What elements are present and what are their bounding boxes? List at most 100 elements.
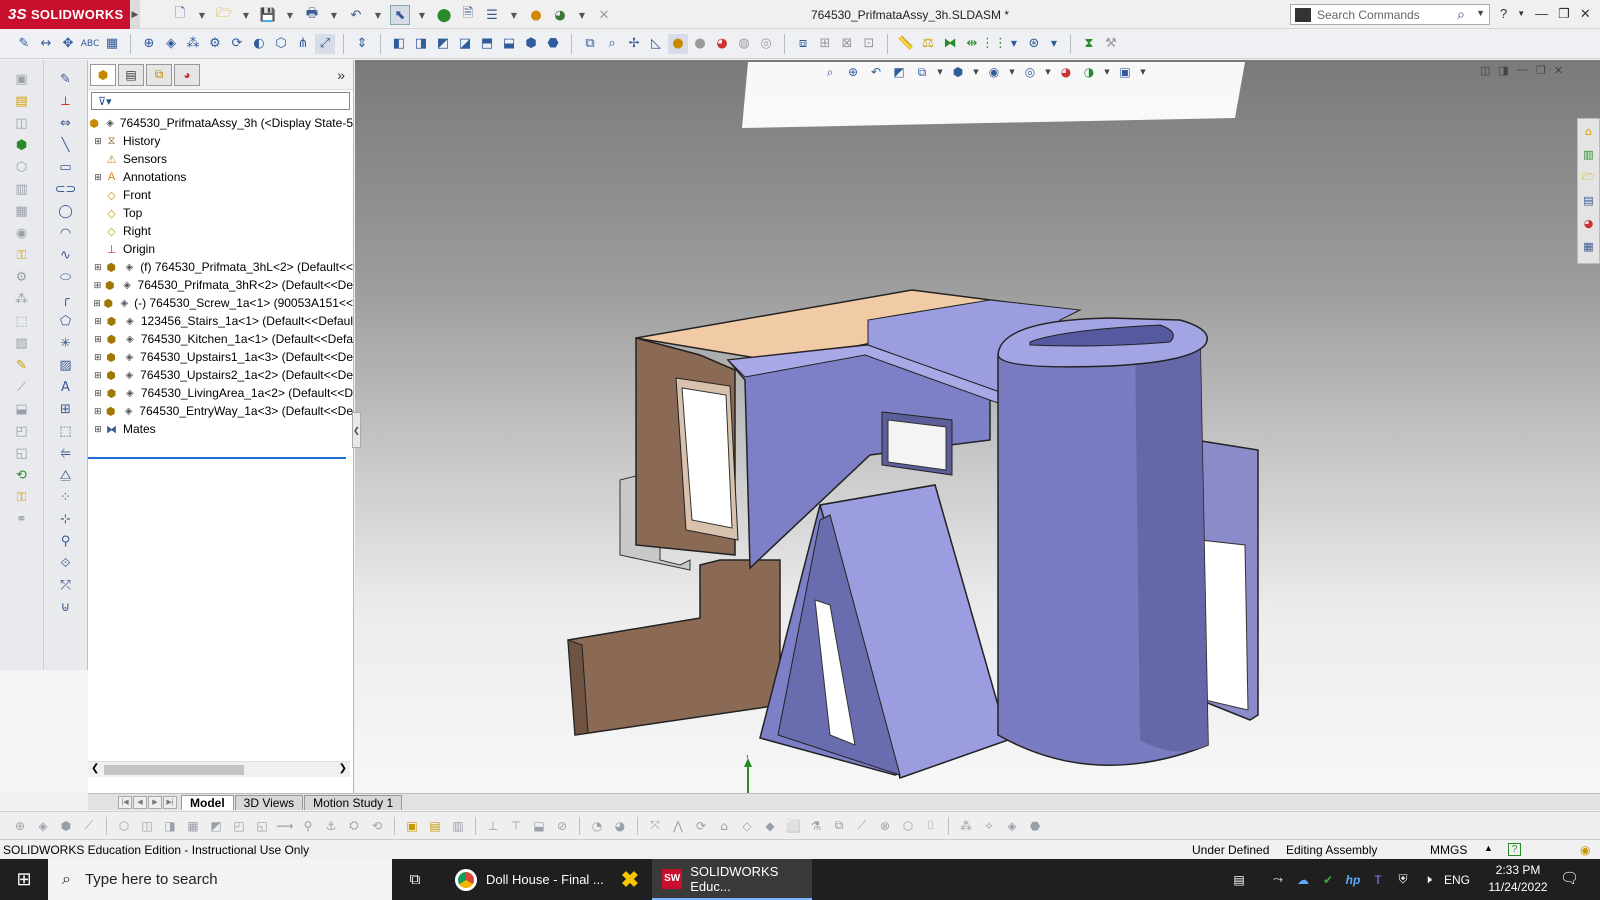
select-dropdown-icon[interactable]: ▼ — [414, 5, 430, 25]
file-properties-icon[interactable]: 🗎 — [458, 5, 478, 25]
expand-icon[interactable]: ⊞ — [92, 334, 104, 345]
tool-icon[interactable]: ▦ — [12, 202, 32, 221]
design-library-icon[interactable]: ⧗ — [1079, 34, 1099, 54]
tool-icon[interactable]: ◔ — [587, 816, 607, 836]
dimension-icon[interactable]: ⇔ — [56, 114, 76, 133]
tree-item-component[interactable]: ⊞ ⬢ ◈ 764530_Upstairs2_1a<2> (Default<<De — [88, 366, 353, 384]
tool-icon[interactable]: ◱ — [12, 444, 32, 463]
tree-item-component[interactable]: ⊞ ⬢ ◈ 764530_EntryWay_1a<3> (Default<<De — [88, 402, 353, 420]
print-icon[interactable]: 🖶 — [302, 5, 322, 25]
expand-icon[interactable]: ⊞ — [92, 316, 104, 327]
new-document-icon[interactable]: 🗋 — [170, 5, 190, 25]
property-manager-icon[interactable]: ▤ — [118, 63, 144, 86]
dropdown-icon[interactable]: ▼ — [1007, 63, 1017, 81]
relations-icon[interactable]: ⚲ — [56, 532, 76, 551]
pattern-icon[interactable]: ⁘ — [56, 488, 76, 507]
expand-icon[interactable]: ⊞ — [92, 280, 103, 291]
tool-icon[interactable]: ▥ — [448, 816, 468, 836]
shadows-icon[interactable]: ● — [690, 34, 710, 54]
zoom-to-fit-icon[interactable]: ⌕ — [820, 63, 840, 81]
help-status-icon[interactable]: ? — [1508, 843, 1521, 856]
tool-icon[interactable]: ▤ — [12, 92, 32, 111]
tool-icon[interactable]: ◕ — [610, 816, 630, 836]
close-x-icon[interactable]: ✕ — [594, 5, 614, 25]
solidworks-logo[interactable]: 3S SOLIDWORKS — [0, 0, 130, 29]
tool-icon[interactable]: ⛭ — [344, 816, 364, 836]
file-explorer-icon[interactable]: 🗁 — [1580, 168, 1598, 187]
scroll-thumb[interactable] — [104, 765, 244, 775]
fillet-icon[interactable]: ╭ — [56, 290, 76, 309]
expand-icon[interactable]: ⊞ — [92, 388, 104, 399]
open-folder-icon[interactable]: 🗁 — [214, 5, 234, 25]
expand-icon[interactable]: ⊞ — [92, 298, 102, 309]
viewport-close-icon[interactable]: ✕ — [1554, 64, 1563, 77]
performance-icon[interactable]: ⊛ — [1024, 34, 1044, 54]
hide-show-items-icon[interactable]: ◎ — [1020, 63, 1040, 81]
select-pointer-icon[interactable]: ⬉ — [390, 5, 410, 25]
tree-item-front-plane[interactable]: ◇ Front — [88, 186, 353, 204]
tool-icon[interactable]: ⋀ — [668, 816, 688, 836]
tree-root[interactable]: ⬢ ◈ 764530_PrifmataAssy_3h (<Display State… — [88, 114, 353, 132]
tree-horizontal-scrollbar[interactable]: ❮ ❯ — [88, 761, 350, 777]
tool-icon[interactable]: ⬡ — [898, 816, 918, 836]
point-icon[interactable]: ✳ — [56, 334, 76, 353]
hole-dropdown-icon[interactable]: ▼ — [1006, 34, 1022, 54]
measure-icon[interactable]: 📏 — [896, 34, 916, 54]
tree-filter-input[interactable]: ⊽▾ — [91, 92, 350, 110]
tool-icon[interactable]: ▦ — [183, 816, 203, 836]
tool-icon[interactable]: ◆ — [760, 816, 780, 836]
taskbar-app-x-icon[interactable]: ✖ — [610, 859, 650, 900]
rotate-component-icon[interactable]: ⟳ — [227, 34, 247, 54]
graphics-area[interactable]: Y Z X — [355, 60, 1600, 793]
tool-icon[interactable]: ⬡ — [114, 816, 134, 836]
tool-icon[interactable]: ◇ — [737, 816, 757, 836]
scroll-right-icon[interactable]: ❯ — [339, 763, 347, 774]
tool-icon[interactable]: ◈ — [1002, 816, 1022, 836]
view-settings-icon[interactable]: ▣ — [1115, 63, 1135, 81]
tool-icon[interactable]: ⬜ — [783, 816, 803, 836]
tool-icon[interactable]: ⚙ — [12, 268, 32, 287]
tool-icon[interactable]: ⟳ — [691, 816, 711, 836]
display-manager-icon[interactable]: ◕ — [174, 63, 200, 86]
viewport-tile-icon[interactable]: ◫ — [1480, 64, 1490, 77]
close-window-icon[interactable]: ✕ — [1580, 6, 1591, 22]
expand-icon[interactable]: ⊞ — [92, 172, 104, 183]
apply-scene-icon[interactable]: ◑ — [1079, 63, 1099, 81]
defender-icon[interactable]: ⛨ — [1394, 872, 1412, 887]
rollback-bar[interactable] — [88, 457, 346, 459]
plane-icon[interactable]: ⊞ — [56, 400, 76, 419]
centerline-icon[interactable]: ▨ — [56, 356, 76, 375]
move-component-icon[interactable]: ✥ — [58, 34, 78, 54]
save-icon[interactable]: 💾 — [258, 5, 278, 25]
hole-alignment-icon[interactable]: ⋮⋮ — [981, 34, 1007, 54]
system-clock[interactable]: 2:33 PM 11/24/2022 — [1488, 862, 1548, 896]
tool-icon[interactable]: ⟡ — [979, 816, 999, 836]
toolbox-icon[interactable]: ⚒ — [1101, 34, 1121, 54]
tab-model[interactable]: Model — [181, 794, 234, 810]
dynamic-annotation-icon[interactable]: ⧉ — [912, 63, 932, 81]
configuration-manager-icon[interactable]: ⧉ — [146, 63, 172, 86]
tool-icon[interactable]: ⧉ — [829, 816, 849, 836]
viewport-restore-icon[interactable]: ❐ — [1536, 64, 1546, 77]
tool-icon[interactable]: ⟋ — [12, 378, 32, 397]
table-icon[interactable]: ▦ — [102, 34, 122, 54]
scroll-left-icon[interactable]: ❮ — [91, 763, 99, 774]
mate-icon[interactable]: ⊕ — [139, 34, 159, 54]
undo-icon[interactable]: ↶ — [346, 5, 366, 25]
tool-icon[interactable]: ✎ — [12, 356, 32, 375]
tab-next-icon[interactable]: ▶ — [148, 795, 162, 809]
taskbar-search[interactable]: ⌕ Type here to search — [48, 859, 392, 900]
solidworks-resources-icon[interactable]: ⌂ — [1580, 122, 1598, 141]
assembly-features-icon[interactable]: ⬡ — [271, 34, 291, 54]
tool-icon[interactable]: ⊗ — [875, 816, 895, 836]
search-icon[interactable]: ⌕ — [1457, 6, 1465, 23]
expand-panel-icon[interactable]: » — [337, 67, 345, 83]
expand-icon[interactable]: ⊞ — [92, 406, 104, 417]
tool-icon[interactable]: ⟿ — [275, 816, 295, 836]
viewport-split-icon[interactable]: ◨ — [1498, 64, 1508, 77]
view-bottom-icon[interactable]: ⬓ — [499, 34, 519, 54]
expand-icon[interactable]: ⊞ — [92, 136, 104, 147]
tab-prev-icon[interactable]: ◀ — [133, 795, 147, 809]
zoom-area-icon[interactable]: ⌕ — [602, 34, 622, 54]
appearance-ball-icon[interactable]: ● — [526, 5, 546, 25]
